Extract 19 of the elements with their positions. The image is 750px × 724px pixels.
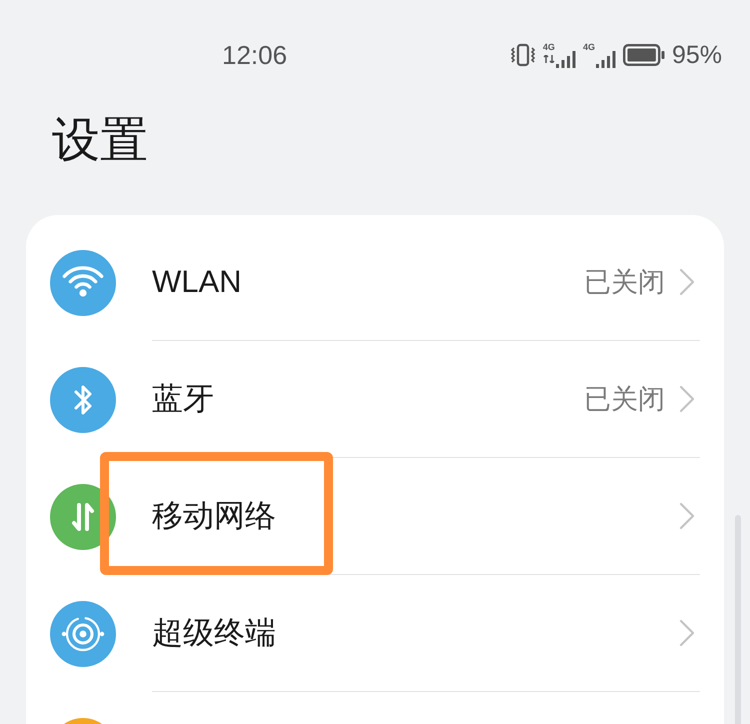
chevron-icon[interactable] [679,385,695,413]
signal-icon [556,51,576,68]
status-value: 已关闭 [584,266,665,299]
chevron-icon[interactable] [679,619,695,647]
signal-icon [596,51,616,68]
battery-percent: 95% [672,40,722,70]
setting-label[interactable]: WLAN [152,264,242,300]
vibrate-icon [510,43,536,67]
battery-icon [622,44,665,66]
status-time: 12:06 [222,40,288,70]
chevron-icon[interactable] [679,268,695,296]
network-label: 4G [582,42,595,52]
chevron-icon[interactable] [679,502,695,530]
setting-label[interactable]: 移动网络 [152,495,276,537]
status-value: 已关闭 [584,383,665,416]
network-label: 4G [542,42,555,52]
page-title: 设置 [52,113,148,169]
setting-label[interactable]: 超级终端 [152,612,276,654]
setting-label[interactable]: 蓝牙 [152,378,214,420]
